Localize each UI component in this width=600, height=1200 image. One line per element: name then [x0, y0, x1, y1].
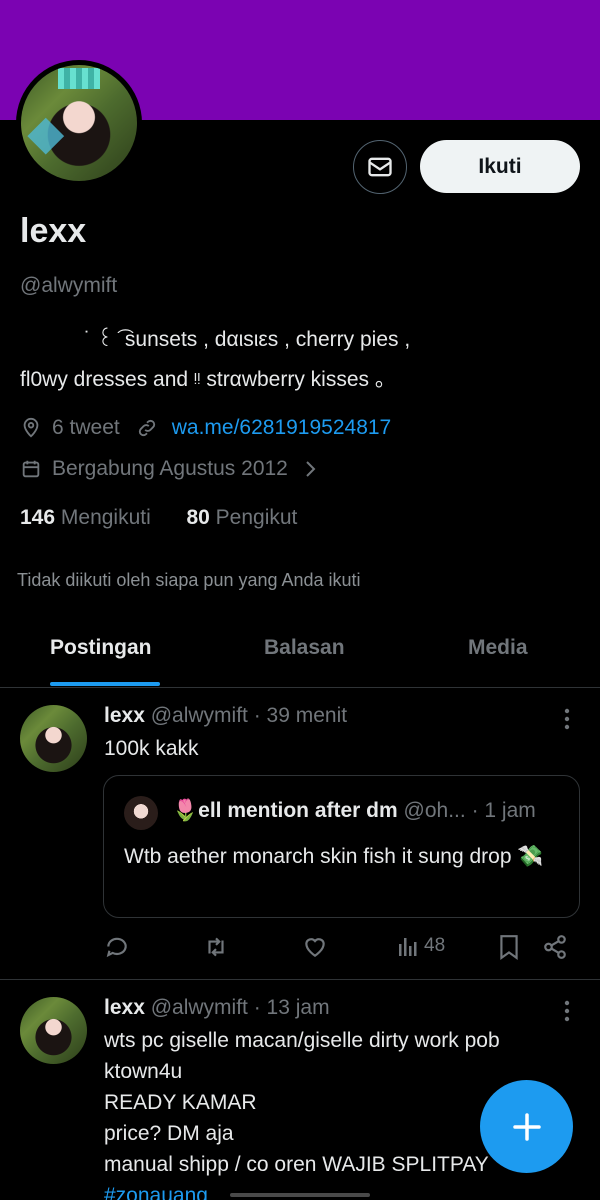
home-indicator	[230, 1193, 370, 1197]
follow-counts: 146 Mengikuti 80 Pengikut	[20, 506, 297, 530]
post-header: lexx @alwymift · 13 jam	[104, 996, 330, 1019]
chevron-right-icon	[306, 461, 316, 477]
profile-name: lexx	[20, 212, 87, 250]
quoted-post[interactable]: 🌷ell mention after dm @oh... · 1 jam Wtb…	[103, 775, 580, 918]
post-text: 100k kakk	[104, 737, 199, 760]
post-actions: 48	[104, 934, 576, 964]
calendar-icon	[22, 460, 40, 478]
hashtag-link[interactable]: #zonauang	[104, 1180, 574, 1200]
share-icon	[544, 935, 566, 959]
link-icon	[138, 419, 155, 437]
join-date-row[interactable]: Bergabung Agustus 2012	[20, 457, 328, 481]
bio-line-1: ˙ ꒰ ͡ sunsets , dαιsιεs , cherry pies ,	[84, 328, 411, 351]
follow-button[interactable]: Ikuti	[420, 140, 580, 193]
bookmark-icon	[500, 935, 518, 960]
tab-balasan[interactable]: Balasan	[264, 636, 345, 660]
profile-bio: ˙ ꒰ ͡ sunsets , dαιsιεs , cherry pies , …	[20, 320, 580, 400]
tab-postingan[interactable]: Postingan	[50, 636, 152, 660]
heart-icon	[305, 938, 325, 957]
quoted-text: Wtb aether monarch skin fish it sung dro…	[124, 845, 544, 868]
active-tab-indicator	[50, 682, 160, 686]
reply-icon	[106, 937, 127, 958]
post-line: wts pc giselle macan/giselle dirty work …	[104, 1029, 500, 1052]
post-avatar[interactable]	[20, 705, 87, 772]
retweet-icon	[208, 937, 224, 957]
quoted-header: 🌷ell mention after dm @oh... · 1 jam	[172, 799, 536, 822]
bookmark-button[interactable]	[498, 934, 520, 960]
share-button[interactable]	[542, 934, 568, 960]
profile-handle: @alwymift	[20, 274, 118, 297]
bio-line-2: fl0wy dresses and ᵎᵎ strαwberry kisses 。	[20, 368, 396, 391]
profile-meta-row: 6 tweet wa.me/6281919524817	[20, 416, 391, 440]
retweet-button[interactable]	[202, 934, 230, 960]
tab-media[interactable]: Media	[468, 636, 528, 660]
profile-link[interactable]: wa.me/6281919524817	[172, 416, 392, 440]
profile-tabs: Postingan Balasan Media	[0, 620, 600, 688]
like-button[interactable]	[302, 934, 328, 960]
reply-button[interactable]	[104, 934, 130, 960]
not-followed-notice: Tidak diikuti oleh siapa pun yang Anda i…	[17, 570, 361, 590]
followers-link[interactable]: 80 Pengikut	[186, 506, 297, 529]
join-date: Bergabung Agustus 2012	[52, 457, 288, 480]
compose-button[interactable]	[480, 1080, 573, 1173]
more-options-icon[interactable]	[560, 707, 574, 731]
post-line: ktown4u	[104, 1060, 183, 1083]
message-button[interactable]	[353, 140, 407, 194]
quoted-avatar	[124, 796, 158, 830]
views-button[interactable]: 48	[398, 934, 445, 958]
tweet-count: 6 tweet	[52, 416, 120, 439]
envelope-icon	[368, 157, 392, 177]
following-link[interactable]: 146 Mengikuti	[20, 506, 151, 529]
plus-icon	[512, 1112, 541, 1141]
profile-avatar[interactable]	[16, 60, 142, 186]
post-header: lexx @alwymift · 39 menit	[104, 704, 348, 727]
views-chart-icon	[399, 938, 417, 956]
post-avatar[interactable]	[20, 997, 87, 1064]
views-count: 48	[424, 935, 446, 956]
location-pin-icon	[23, 417, 39, 438]
more-options-icon[interactable]	[560, 999, 574, 1023]
